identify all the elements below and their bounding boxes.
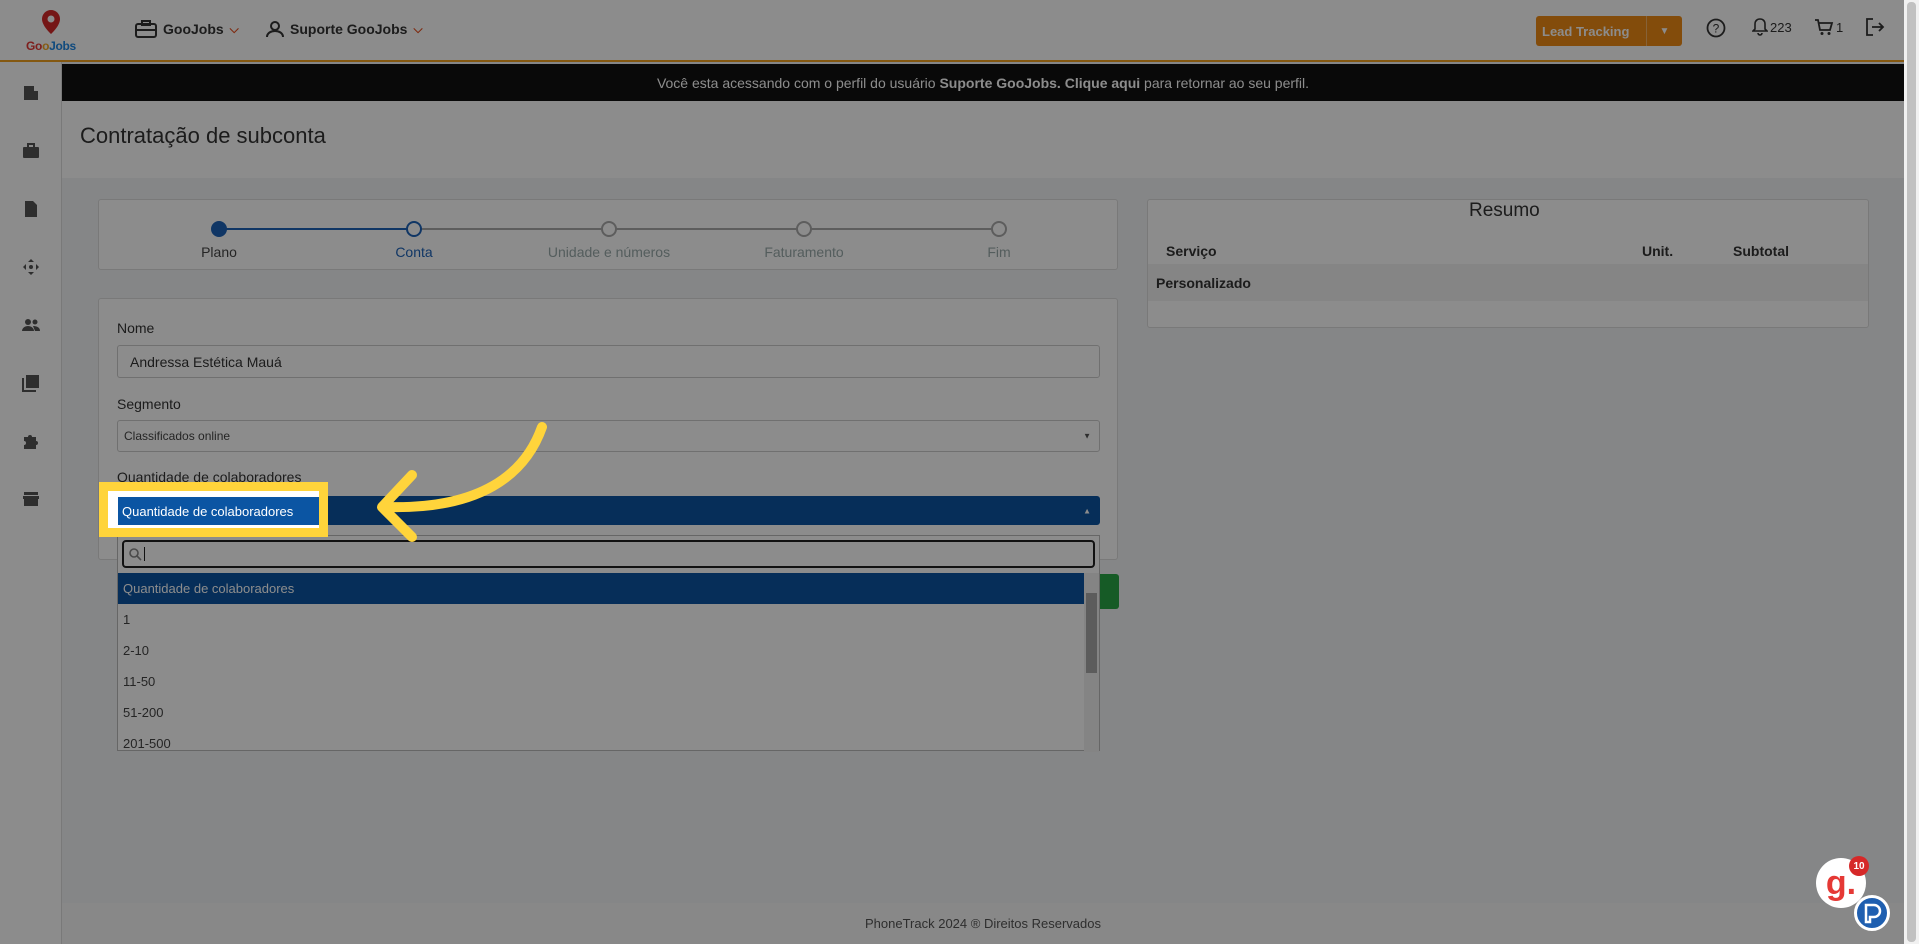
company-menu[interactable]: GooJobs ⌵: [135, 20, 239, 38]
dropdown-option[interactable]: 1: [118, 604, 1084, 635]
user-menu[interactable]: Suporte GooJobs ⌵: [266, 20, 423, 38]
sidebar: [0, 62, 62, 944]
help-button[interactable]: ?: [1706, 18, 1726, 38]
lead-tracking-label: Lead Tracking: [1542, 23, 1630, 39]
chevron-down-icon: ⌵: [413, 21, 423, 36]
top-navbar: GooJobs GooJobs ⌵ Suporte GooJobs ⌵ Lead…: [0, 0, 1904, 62]
step-label-unidade: Unidade e números: [547, 244, 671, 260]
dropdown-options: Quantidade de colaboradores 1 2-10 11-50…: [118, 573, 1084, 752]
pointer-arrow-icon: [377, 422, 547, 542]
footer-text: PhoneTrack 2024 ® Direitos Reservados: [865, 916, 1101, 931]
building-icon[interactable]: [22, 84, 40, 102]
briefcase-icon: [135, 20, 157, 38]
step-dot-plano: [211, 221, 227, 237]
page-title: Contratação de subconta: [80, 123, 326, 148]
segment-select[interactable]: Classificados online ▼: [117, 420, 1100, 452]
dropdown-scrollbar-thumb[interactable]: [1086, 593, 1097, 673]
segment-label: Segmento: [117, 396, 181, 412]
dropdown-search-input[interactable]: [122, 540, 1095, 568]
highlighted-employees-select[interactable]: Quantidade de colaboradores: [118, 497, 319, 525]
dropdown-option[interactable]: Quantidade de colaboradores: [118, 573, 1084, 604]
summary-col-service: Serviço: [1166, 243, 1217, 259]
step-dot-faturamento: [796, 221, 812, 237]
dropdown-option[interactable]: 51-200: [118, 697, 1084, 728]
stepper-progress-line: [219, 228, 414, 230]
step-dot-unidade: [601, 221, 617, 237]
move-icon[interactable]: [22, 258, 40, 276]
user-menu-label: Suporte GooJobs: [290, 21, 408, 37]
page-header: Contratação de subconta: [62, 101, 1904, 178]
text-cursor: [144, 547, 145, 561]
notifications-count: 223: [1770, 19, 1792, 35]
page-scrollbar[interactable]: [1904, 0, 1919, 944]
dropdown-option[interactable]: 2-10: [118, 635, 1084, 666]
notifications-button[interactable]: 223: [1752, 18, 1792, 36]
step-dot-conta: [406, 221, 422, 237]
store-icon[interactable]: [22, 490, 40, 508]
lead-tracking-button[interactable]: Lead Tracking ▼: [1536, 16, 1682, 46]
banner-prefix: Você esta acessando com o perfil do usuá…: [656, 74, 936, 91]
segment-select-value: Classificados online: [124, 429, 231, 443]
map-pin-icon: [42, 10, 60, 34]
document-icon[interactable]: [22, 200, 40, 218]
step-label-conta: Conta: [395, 244, 433, 260]
banner-user: Suporte GooJobs.: [939, 74, 1061, 91]
footer: PhoneTrack 2024 ® Direitos Reservados: [62, 903, 1904, 944]
summary-col-unit: Unit.: [1642, 243, 1674, 259]
help-widget-badge: 10: [1849, 856, 1869, 876]
chat-icon: [1864, 903, 1882, 924]
search-icon: [129, 548, 142, 561]
banner-suffix: para retornar ao seu perfil.: [1144, 74, 1310, 91]
cart-icon: [1815, 19, 1834, 35]
caret-up-icon: ▲: [1083, 506, 1091, 515]
cart-count: 1: [1836, 19, 1844, 35]
summary-col-subtotal: Subtotal: [1733, 243, 1789, 259]
chat-widget[interactable]: [1854, 895, 1890, 931]
step-label-faturamento: Faturamento: [764, 244, 844, 260]
employees-dropdown: Quantidade de colaboradores 1 2-10 11-50…: [117, 535, 1100, 752]
dropdown-option[interactable]: 11-50: [118, 666, 1084, 697]
summary-title: Resumo: [1469, 200, 1540, 221]
goojobs-logo[interactable]: GooJobs: [22, 8, 80, 56]
stepper-remaining-line: [414, 228, 999, 230]
company-menu-label: GooJobs: [163, 21, 224, 37]
page-scrollbar-thumb[interactable]: [1907, 2, 1916, 942]
svg-text:?: ?: [1713, 22, 1720, 36]
step-label-fim: Fim: [987, 244, 1011, 260]
cart-button[interactable]: 1: [1814, 18, 1843, 36]
impersonation-banner: Você esta acessando com o perfil do usuá…: [62, 64, 1904, 101]
logo-text: GooJobs: [26, 39, 76, 53]
step-dot-fim: [991, 221, 1007, 237]
name-label: Nome: [117, 320, 155, 336]
library-icon[interactable]: [22, 374, 40, 392]
summary-row-service: Personalizado: [1156, 274, 1251, 291]
chevron-down-icon: ⌵: [229, 21, 239, 36]
logout-icon: [1866, 18, 1885, 36]
step-label-plano: Plano: [201, 244, 237, 260]
caret-down-icon: ▼: [1083, 431, 1091, 441]
stepper-card: Plano Conta Unidade e números Faturament…: [98, 199, 1118, 270]
users-icon[interactable]: [22, 316, 40, 334]
puzzle-icon[interactable]: [22, 432, 40, 450]
user-icon: [266, 21, 284, 38]
lead-tracking-dropdown-toggle[interactable]: ▼: [1646, 16, 1682, 46]
bell-icon: [1752, 18, 1768, 36]
caret-down-icon: ▼: [1659, 25, 1670, 37]
name-input[interactable]: Andressa Estética Mauá: [117, 345, 1100, 378]
question-circle-icon: ?: [1706, 18, 1726, 38]
dropdown-scrollbar[interactable]: [1084, 573, 1099, 752]
summary-row: Personalizado: [1148, 264, 1868, 301]
banner-return-link[interactable]: Clique aqui: [1065, 75, 1140, 91]
briefcase-icon[interactable]: [22, 142, 40, 160]
dropdown-option[interactable]: 201-500: [118, 728, 1084, 752]
logout-button[interactable]: [1865, 18, 1885, 36]
